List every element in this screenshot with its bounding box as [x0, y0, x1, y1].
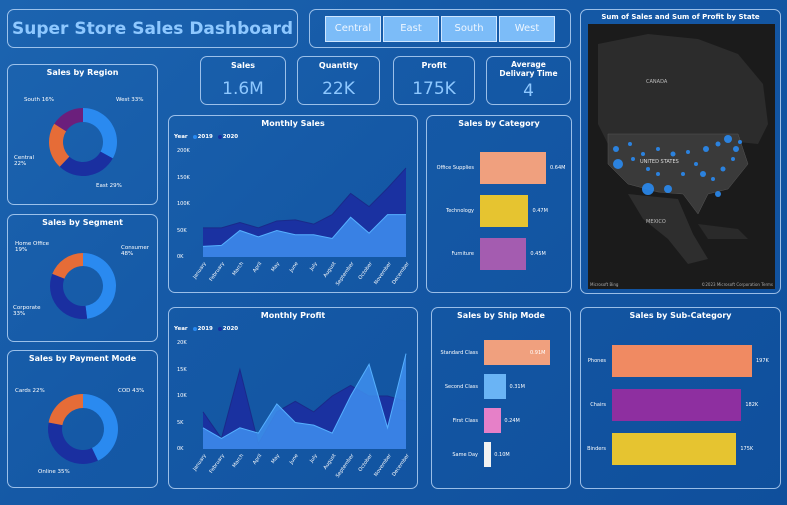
donut-slice[interactable] [48, 394, 83, 426]
bar[interactable] [612, 389, 742, 421]
bar[interactable] [612, 433, 737, 465]
page-title: Super Store Sales Dashboard [11, 19, 293, 39]
sales-by-ship-mode-title: Sales by Ship Mode [457, 311, 545, 320]
bar[interactable] [484, 442, 492, 467]
bar-category-label: Same Day [452, 451, 478, 458]
segment-label-corporate: Corporate 33% [13, 305, 41, 317]
donut-slice[interactable] [83, 108, 117, 159]
y-tick-label: 5K [177, 419, 184, 426]
bar-category-label: Furniture [451, 251, 474, 257]
bar-value-label: 0.31M [509, 383, 525, 390]
y-tick-label: 200K [177, 148, 190, 154]
sales-by-ship-mode-panel: Sales by Ship Mode Standard Class 0.91M Se… [431, 307, 571, 489]
map-svg [598, 34, 768, 264]
payment-label-cod: COD 43% [118, 388, 145, 394]
kpi-delivery: Average Delivary Time 4 [486, 56, 571, 105]
donut-slice[interactable] [48, 422, 98, 464]
sales-by-subcategory-panel: Sales by Sub-Category Phones 197K Chairs 18… [580, 307, 781, 489]
segment-label-consumer: Consumer 48% [121, 245, 150, 257]
kpi-delivery-label: Average Delivary Time [499, 60, 558, 78]
kpi-profit-value: 175K [412, 79, 456, 99]
y-tick-label: 50K [177, 227, 187, 234]
bar-value-label: 0.91M [530, 349, 546, 356]
tab-west[interactable]: West [499, 16, 555, 42]
bar-value-label: 0.64M [550, 165, 566, 171]
map-title: Sum of Sales and Sum of Profit by State [601, 13, 760, 21]
kpi-sales: Sales 1.6M [200, 56, 286, 105]
tab-east[interactable]: East [383, 16, 439, 42]
tab-south[interactable]: South [441, 16, 497, 42]
bar-value-label: 182K [745, 402, 759, 408]
map-area[interactable]: CANADA UNITED STATES MEXICO Microsoft Bi… [588, 24, 775, 289]
map-attribution-left: Microsoft Bing [590, 282, 619, 287]
y-tick-label: 20K [177, 340, 187, 346]
bar[interactable] [484, 374, 507, 399]
bar[interactable] [480, 195, 529, 227]
y-tick-label: 10K [177, 393, 187, 399]
bar-category-label: Chairs [590, 402, 606, 408]
bar-category-label: Phones [587, 358, 606, 364]
region-slicer: Central East South West [309, 9, 571, 48]
sales-by-segment-panel: Sales by Segment Consumer 48% Corporate … [7, 214, 158, 342]
kpi-sales-label: Sales [230, 61, 256, 70]
bar-value-label: 0.45M [530, 251, 546, 257]
bar-value-label: 0.47M [532, 208, 548, 214]
sales-by-segment-donut[interactable] [8, 215, 159, 343]
kpi-quantity-value: 22K [322, 79, 355, 99]
bar-value-label: 0.10M [494, 451, 510, 458]
region-label-west: West 33% [116, 97, 144, 103]
map-label-canada: CANADA [646, 79, 668, 85]
bar-category-label: Second Class [444, 383, 478, 390]
title-panel: Super Store Sales Dashboard [7, 9, 298, 48]
bar-category-label: First Class [452, 417, 478, 424]
bar[interactable] [612, 345, 752, 377]
sales-by-region-donut[interactable] [8, 65, 159, 206]
bar[interactable] [480, 152, 546, 184]
monthly-sales-panel: Monthly Sales Year 2019 2020 0K 50K 100K 15… [168, 115, 418, 293]
payment-label-online: Online 35% [38, 469, 70, 475]
sales-by-category-title: Sales by Category [458, 119, 540, 128]
segment-label-home-office: Home Office 19% [15, 241, 50, 253]
kpi-profit: Profit 175K [393, 56, 475, 105]
payment-label-cards: Cards 22% [15, 388, 45, 394]
y-tick-label: 15K [177, 366, 187, 373]
sales-by-category-panel: Sales by Category Office Supplies 0.64M Te… [426, 115, 572, 293]
map-label-us: UNITED STATES [640, 159, 679, 165]
y-tick-label: 150K [177, 174, 190, 181]
sales-by-region-panel: Sales by Region West 33% East 29% Centra… [7, 64, 158, 205]
y-tick-label: 0K [177, 254, 184, 260]
region-label-south: South 16% [24, 97, 54, 103]
map-label-mexico: MEXICO [646, 219, 666, 225]
bar[interactable] [480, 238, 527, 270]
monthly-profit-panel: Monthly Profit Year 2019 2020 0K 5K 10K 15K… [168, 307, 418, 489]
y-tick-label: 100K [177, 201, 190, 207]
sales-by-payment-donut[interactable] [8, 351, 159, 489]
map-attribution-right[interactable]: ©2023 Microsoft Corporation Terms [701, 282, 773, 287]
bar[interactable] [484, 408, 502, 433]
kpi-profit-label: Profit [421, 61, 447, 70]
bar-category-label: Binders [587, 446, 606, 452]
sales-by-payment-panel: Sales by Payment Mode COD 43% Online 35%… [7, 350, 158, 488]
donut-slice[interactable] [83, 253, 117, 319]
y-tick-label: 0K [177, 446, 184, 452]
kpi-quantity-label: Quantity [318, 61, 359, 70]
kpi-sales-value: 1.6M [222, 79, 264, 99]
sales-by-subcategory-title: Sales by Sub-Category [629, 311, 732, 320]
donut-slice[interactable] [52, 253, 83, 279]
kpi-quantity: Quantity 22K [297, 56, 380, 105]
region-label-east: East 29% [96, 183, 122, 189]
map-panel: Sum of Sales and Sum of Profit by State … [580, 9, 781, 294]
bar-category-label: Standard Class [440, 349, 479, 356]
bar-value-label: 0.24M [504, 417, 520, 424]
bar-value-label: 175K [740, 446, 754, 452]
bar-category-label: Office Supplies [436, 165, 474, 171]
bar-value-label: 197K [756, 358, 769, 364]
donut-slice[interactable] [49, 273, 88, 319]
bar-category-label: Technology [445, 208, 474, 214]
tab-central[interactable]: Central [325, 16, 381, 42]
region-label-central: Central 22% [14, 155, 35, 167]
kpi-delivery-value: 4 [523, 81, 534, 101]
